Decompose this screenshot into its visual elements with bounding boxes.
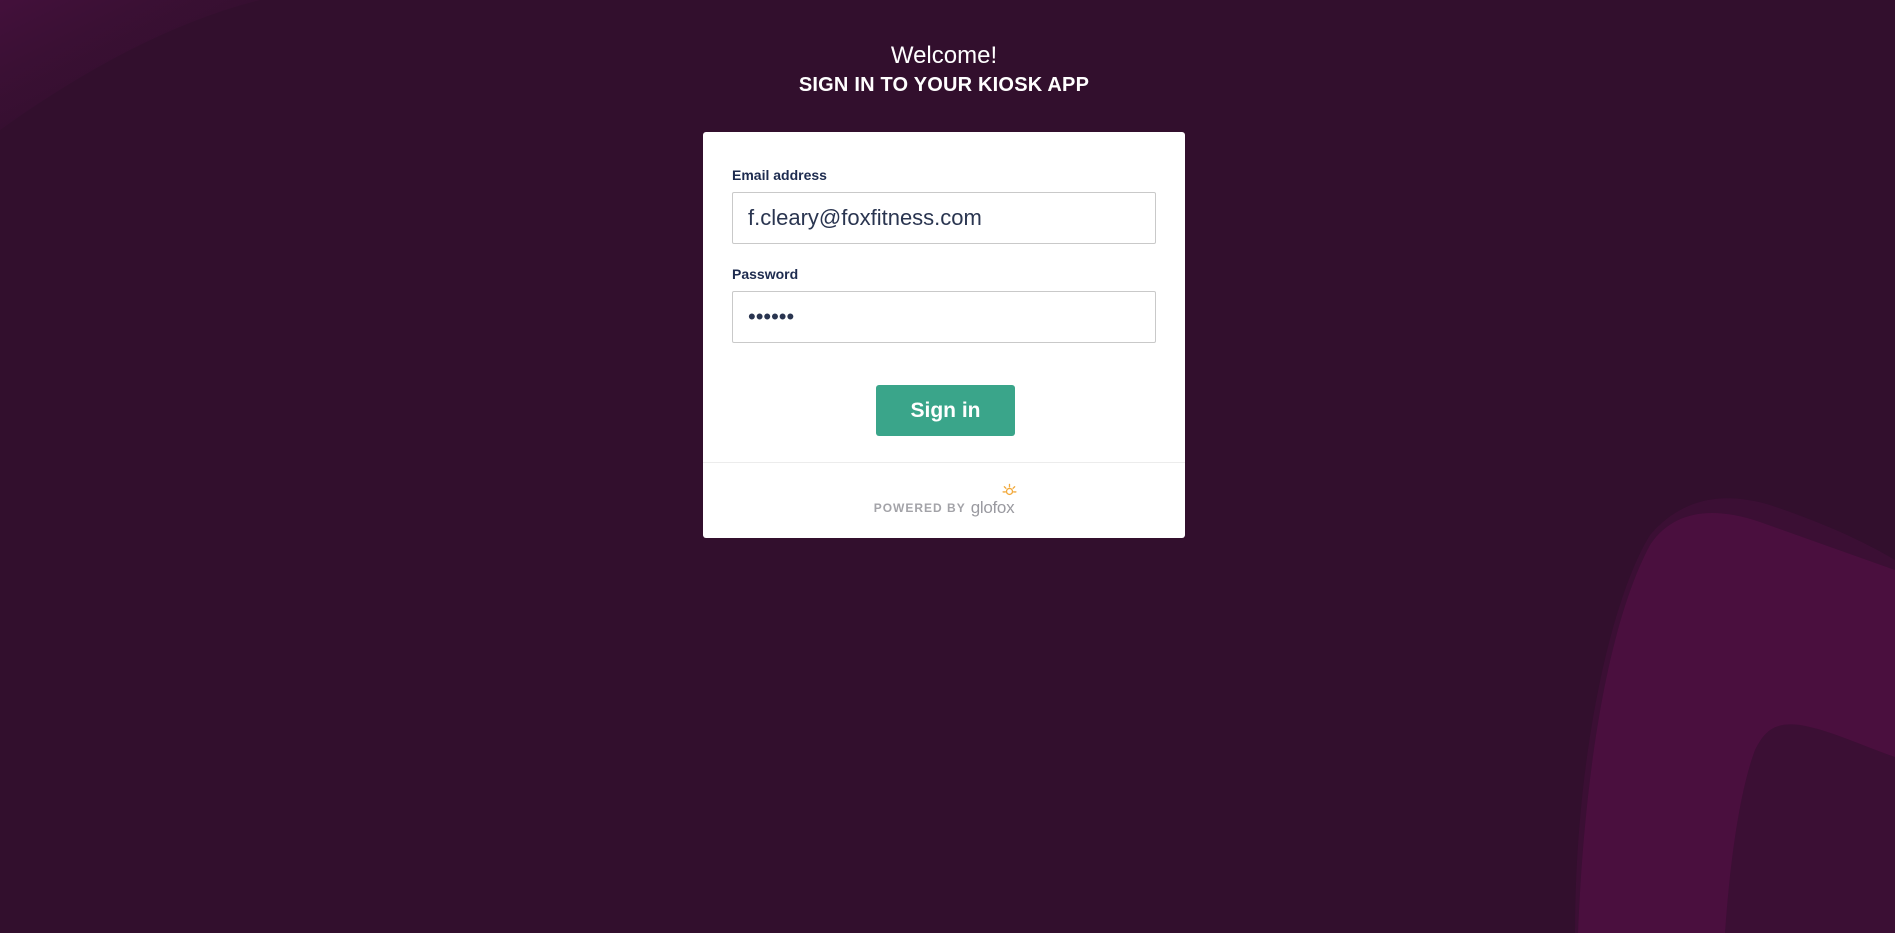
email-field[interactable] [732, 192, 1156, 244]
password-label: Password [732, 266, 799, 282]
brand-name: glofox [970, 498, 1015, 517]
powered-by: POWERED BY glofox [873, 483, 1017, 517]
powered-by-label: POWERED BY [873, 501, 966, 515]
welcome-heading: Welcome! [890, 42, 998, 69]
sign-in-card: Email address Password Sign in POWERED B… [703, 132, 1185, 538]
sign-in-button[interactable]: Sign in [876, 385, 1015, 436]
powered-by-footer: POWERED BY glofox [703, 477, 1185, 517]
header: Welcome! SIGN IN TO YOUR KIOSK APP [0, 40, 1888, 98]
email-label: Email address [732, 167, 827, 183]
password-field[interactable] [732, 291, 1156, 343]
glofox-brand: glofox [970, 483, 1017, 517]
card-divider [703, 462, 1185, 463]
glofox-logo-icon [1002, 483, 1017, 496]
page-subtitle: SIGN IN TO YOUR KIOSK APP [798, 74, 1090, 96]
